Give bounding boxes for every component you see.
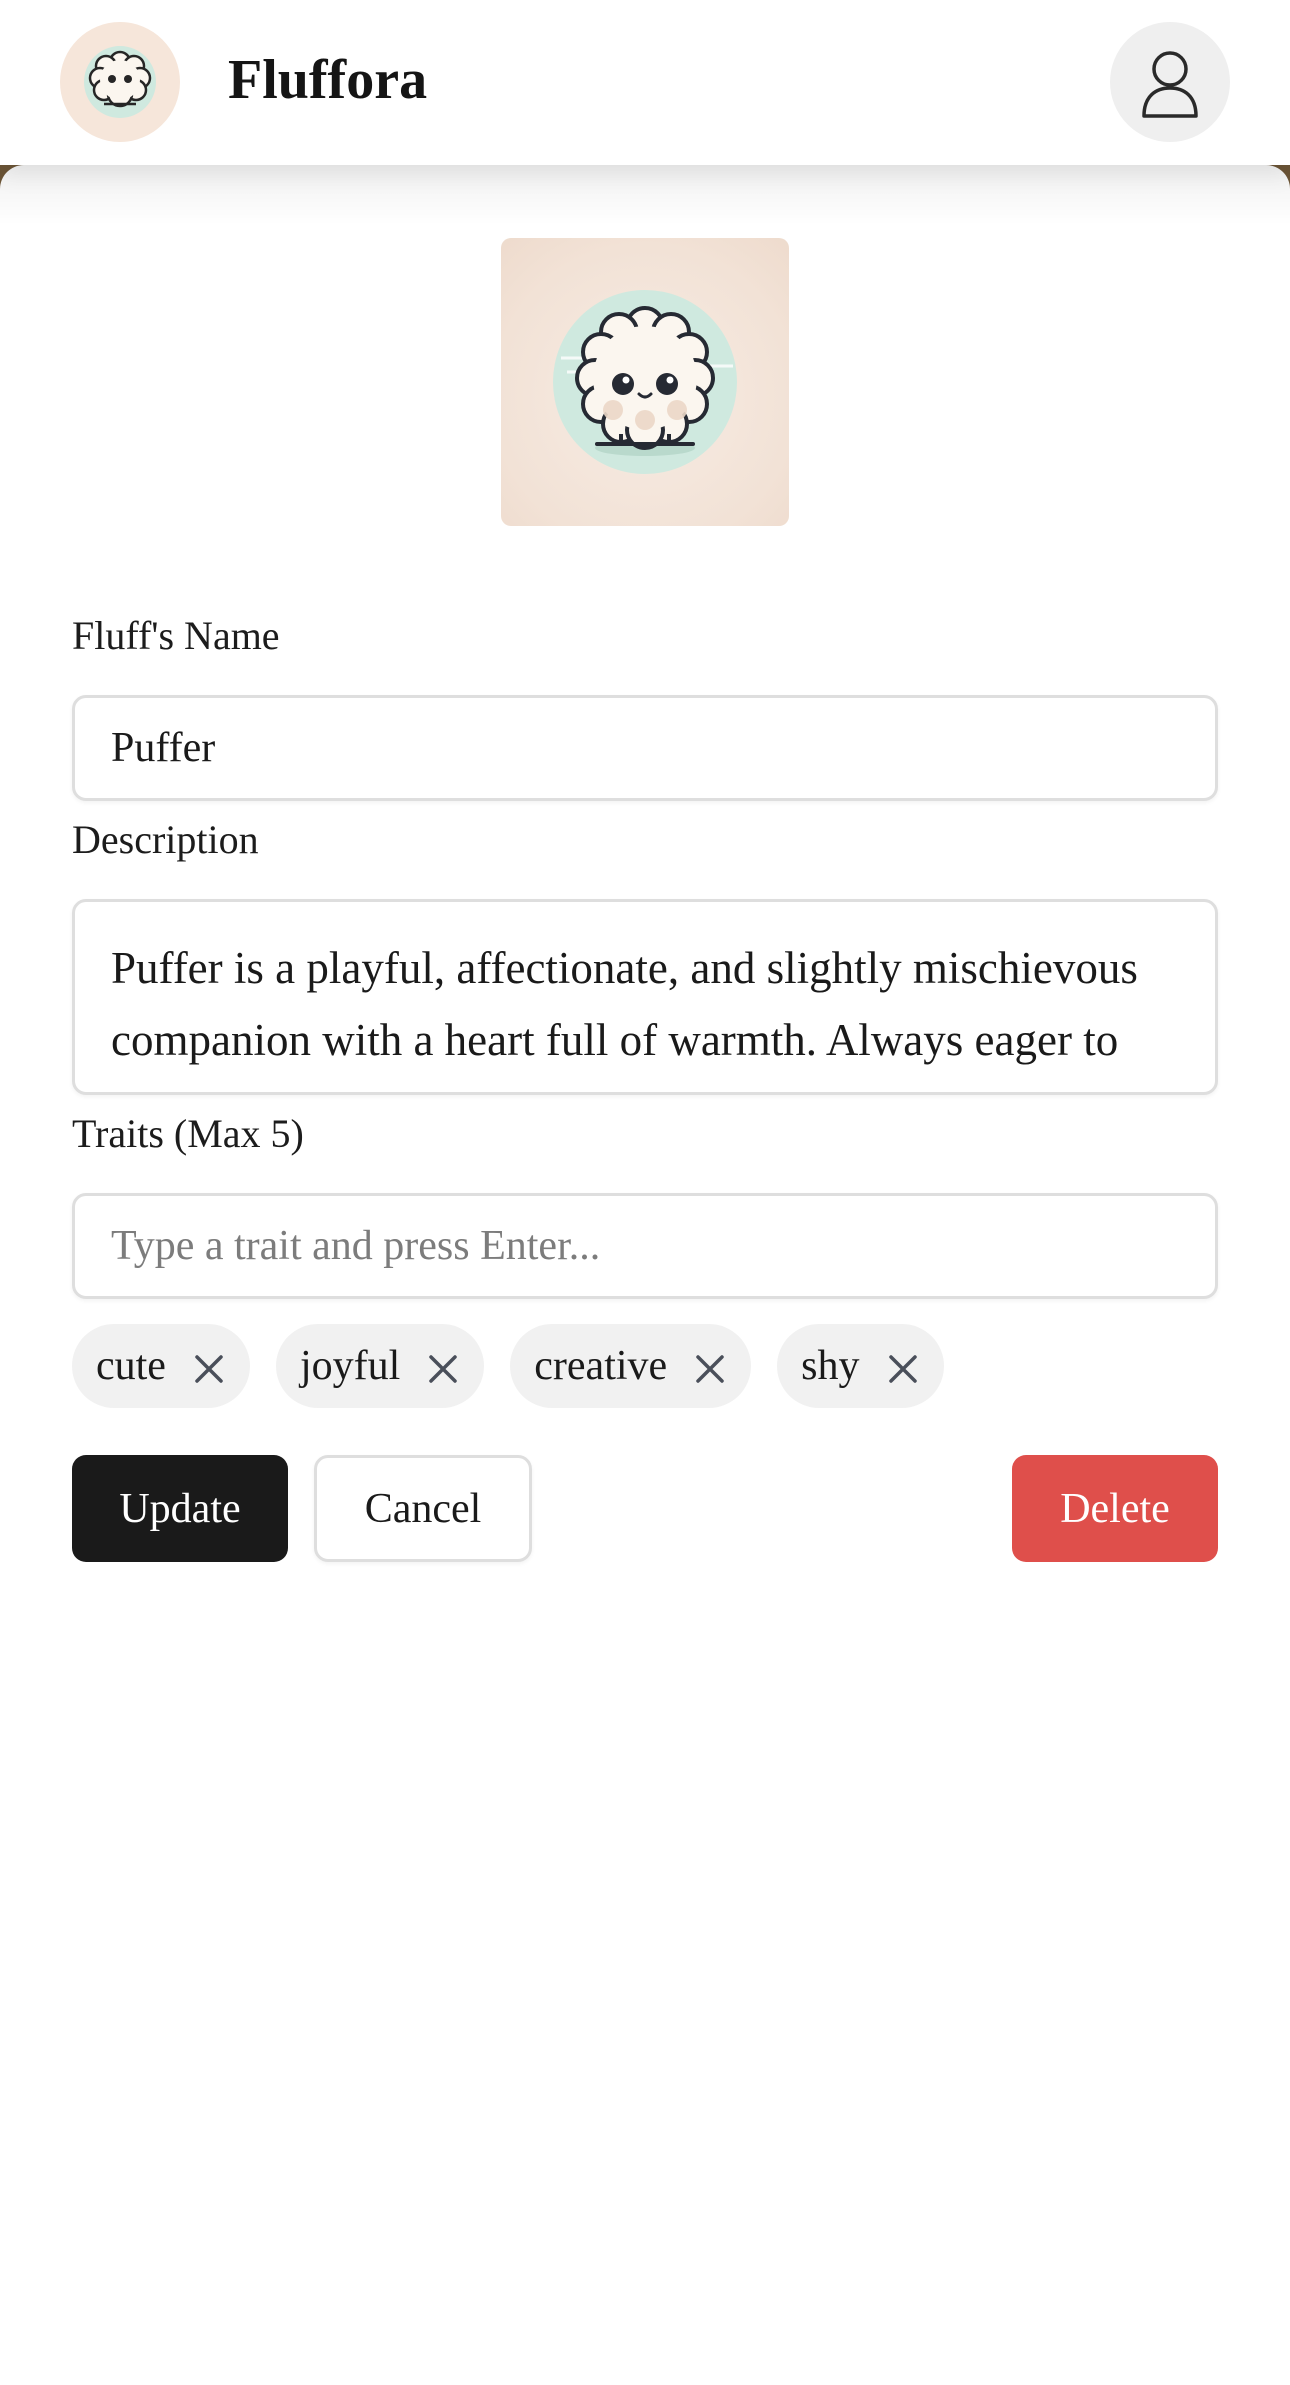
fluff-mascot-icon [84, 46, 156, 118]
description-label: Description [72, 817, 259, 862]
trait-chip: joyful [275, 1324, 485, 1408]
trait-chip: cute [72, 1324, 250, 1408]
trait-chip-label: shy [801, 1343, 860, 1389]
description-textarea[interactable]: Puffer is a playful, affectionate, and s… [72, 899, 1218, 1095]
fluff-character-icon [553, 290, 737, 474]
user-profile-icon [1142, 51, 1198, 118]
app-logo[interactable] [60, 22, 180, 142]
trait-input[interactable] [72, 1193, 1218, 1299]
trait-chip: shy [777, 1324, 944, 1408]
profile-button[interactable] [1110, 22, 1230, 142]
update-button[interactable]: Update [72, 1455, 288, 1562]
remove-trait-icon[interactable] [426, 1349, 460, 1383]
trait-chip-label: creative [534, 1343, 668, 1389]
remove-trait-icon[interactable] [693, 1349, 727, 1383]
name-input[interactable] [72, 695, 1218, 801]
trait-chip-list: cute joyful creative shy [72, 1324, 944, 1408]
traits-label: Traits (Max 5) [72, 1111, 304, 1156]
cancel-button[interactable]: Cancel [314, 1455, 532, 1562]
name-label: Fluff's Name [72, 613, 280, 658]
remove-trait-icon[interactable] [886, 1349, 920, 1383]
trait-chip: creative [510, 1324, 752, 1408]
trait-chip-label: cute [96, 1343, 166, 1389]
fluff-image[interactable] [501, 238, 789, 526]
edit-fluff-card: Fluff's Name Description Puffer is a pla… [0, 165, 1290, 2385]
app-title: Fluffora [228, 49, 428, 111]
card-top-shade [0, 165, 1290, 225]
remove-trait-icon[interactable] [192, 1349, 226, 1383]
trait-chip-label: joyful [299, 1343, 401, 1389]
app-header: Fluffora [0, 0, 1290, 165]
delete-button[interactable]: Delete [1012, 1455, 1218, 1562]
